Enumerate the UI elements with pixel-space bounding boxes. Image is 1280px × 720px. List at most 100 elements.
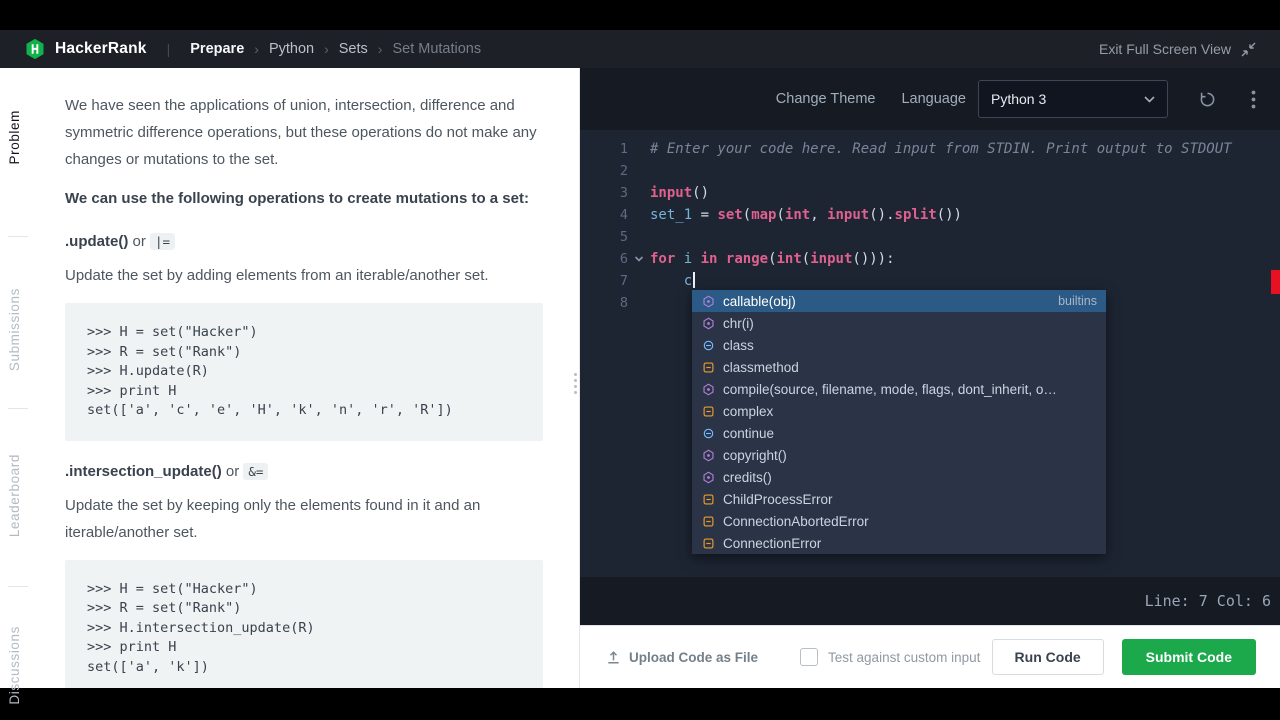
operator-code: &= xyxy=(243,462,269,480)
suggestion-item[interactable]: compile(source, filename, mode, flags, d… xyxy=(692,378,1106,400)
code-text: input() xyxy=(650,182,709,204)
line-number: 5 xyxy=(619,229,628,245)
breadcrumb: Prepare › Python › Sets › Set Mutations xyxy=(190,41,481,57)
problem-intro: We have seen the applications of union, … xyxy=(65,97,537,168)
code-line[interactable]: 6 for i in range(int(input())): xyxy=(580,248,1280,270)
code-token: () xyxy=(692,185,710,201)
code-text: c xyxy=(650,270,696,292)
code-token: int xyxy=(776,251,802,267)
kebab-menu-icon[interactable] xyxy=(1251,90,1256,109)
suggestion-label: compile(source, filename, mode, flags, d… xyxy=(723,381,1057,397)
suggestion-item[interactable]: copyright() xyxy=(692,444,1106,466)
custom-input-checkbox[interactable] xyxy=(800,648,819,666)
rail-divider xyxy=(8,236,28,237)
fold-chevron-icon[interactable] xyxy=(628,248,650,270)
tab-discussions[interactable]: Discussions xyxy=(7,626,22,705)
cls-suggestion-icon xyxy=(701,361,716,374)
code-line[interactable]: 3 input() xyxy=(580,182,1280,204)
suggestion-label: chr(i) xyxy=(723,315,754,331)
example-code-block: >>> H = set("Hacker") >>> R = set("Rank"… xyxy=(65,303,543,441)
code-line[interactable]: 1 # Enter your code here. Read input from… xyxy=(580,138,1280,160)
code-token: ())): xyxy=(852,251,895,267)
tab-leaderboard[interactable]: Leaderboard xyxy=(7,454,22,537)
breadcrumb-set-mutations: Set Mutations xyxy=(392,41,482,57)
method-description: Update the set by keeping only the eleme… xyxy=(65,496,481,541)
suggestion-item[interactable]: ChildProcessError xyxy=(692,488,1106,510)
suggestion-item[interactable]: ConnectionAbortedError xyxy=(692,510,1106,532)
suggestion-item[interactable]: classmethod xyxy=(692,356,1106,378)
tab-submissions[interactable]: Submissions xyxy=(7,288,22,371)
change-theme-button[interactable]: Change Theme xyxy=(776,91,876,107)
code-token: ( xyxy=(801,251,811,267)
code-token: range xyxy=(725,251,769,267)
line-number: 2 xyxy=(619,163,628,179)
suggestion-item[interactable]: credits() xyxy=(692,466,1106,488)
hackerrank-logo-icon[interactable] xyxy=(24,38,46,60)
method-heading: .update() or |= xyxy=(65,229,543,255)
code-line[interactable]: 5 xyxy=(580,226,1280,248)
collapse-fullscreen-icon[interactable] xyxy=(1241,42,1256,57)
code-token: set xyxy=(717,207,743,223)
cursor-position-status: Line: 7 Col: 6 xyxy=(1144,592,1271,610)
code-token: = xyxy=(692,207,718,223)
code-line[interactable]: 2 xyxy=(580,160,1280,182)
cls-suggestion-icon xyxy=(701,405,716,418)
editor-pane: Change Theme Language Python 3 1 # Enter… xyxy=(580,68,1280,688)
suggestion-label: class xyxy=(723,337,754,353)
suggestion-item[interactable]: callable(obj) builtins xyxy=(692,290,1106,312)
run-code-button[interactable]: Run Code xyxy=(991,639,1104,675)
cls-suggestion-icon xyxy=(701,515,716,528)
screen: HackerRank | Prepare › Python › Sets › S… xyxy=(0,0,1280,720)
header-divider: | xyxy=(166,41,171,57)
kw-suggestion-icon xyxy=(701,427,716,440)
rail-divider xyxy=(8,408,28,409)
code-lines: 1 # Enter your code here. Read input from… xyxy=(580,138,1280,314)
editor-footer: Upload Code as File Test against custom … xyxy=(580,625,1280,688)
code-token: c xyxy=(683,273,693,289)
method-heading: .intersection_update() or &= xyxy=(65,459,543,485)
breadcrumb-prepare[interactable]: Prepare xyxy=(190,41,244,57)
upload-code-button[interactable]: Upload Code as File xyxy=(606,650,758,665)
code-token: ( xyxy=(776,207,785,223)
fn-suggestion-icon xyxy=(701,317,716,330)
fn-suggestion-icon xyxy=(701,471,716,484)
custom-input-option: Test against custom input xyxy=(800,648,980,666)
pane-resize-handle[interactable] xyxy=(574,373,577,394)
code-editor[interactable]: 1 # Enter your code here. Read input from… xyxy=(580,130,1280,577)
cls-suggestion-icon xyxy=(701,537,716,550)
code-token: in xyxy=(700,251,718,267)
submit-code-button[interactable]: Submit Code xyxy=(1121,639,1256,675)
code-token: ( xyxy=(768,251,777,267)
code-token: i xyxy=(683,251,693,267)
language-label: Language xyxy=(901,91,966,107)
suggestion-item[interactable]: continue xyxy=(692,422,1106,444)
breadcrumb-separator: › xyxy=(377,41,383,57)
suggestion-item[interactable]: complex xyxy=(692,400,1106,422)
suggestion-item[interactable]: ConnectionError xyxy=(692,532,1106,554)
code-token: # Enter your code here. Read input from … xyxy=(650,141,1232,157)
suggestion-item[interactable]: chr(i) xyxy=(692,312,1106,334)
code-line[interactable]: 7 c xyxy=(580,270,1280,292)
breadcrumb-python[interactable]: Python xyxy=(269,41,314,57)
exit-fullscreen-button[interactable]: Exit Full Screen View xyxy=(1099,41,1231,57)
code-token: ()) xyxy=(936,207,962,223)
code-token: split xyxy=(894,207,937,223)
method-description: Update the set by adding elements from a… xyxy=(65,267,489,284)
code-line[interactable]: 4 set_1 = set(map(int, input().split()) xyxy=(580,204,1280,226)
tab-problem[interactable]: Problem xyxy=(7,110,22,164)
line-number: 6 xyxy=(619,251,628,267)
fn-suggestion-icon xyxy=(701,383,716,396)
history-icon[interactable] xyxy=(1198,90,1217,109)
language-select[interactable]: Python 3 xyxy=(978,80,1168,118)
code-token: input xyxy=(810,251,853,267)
brand-name[interactable]: HackerRank xyxy=(55,40,147,58)
breadcrumb-sets[interactable]: Sets xyxy=(339,41,368,57)
autocomplete-popup: callable(obj) builtins chr(i) class classmet… xyxy=(692,290,1106,554)
suggestion-item[interactable]: class xyxy=(692,334,1106,356)
